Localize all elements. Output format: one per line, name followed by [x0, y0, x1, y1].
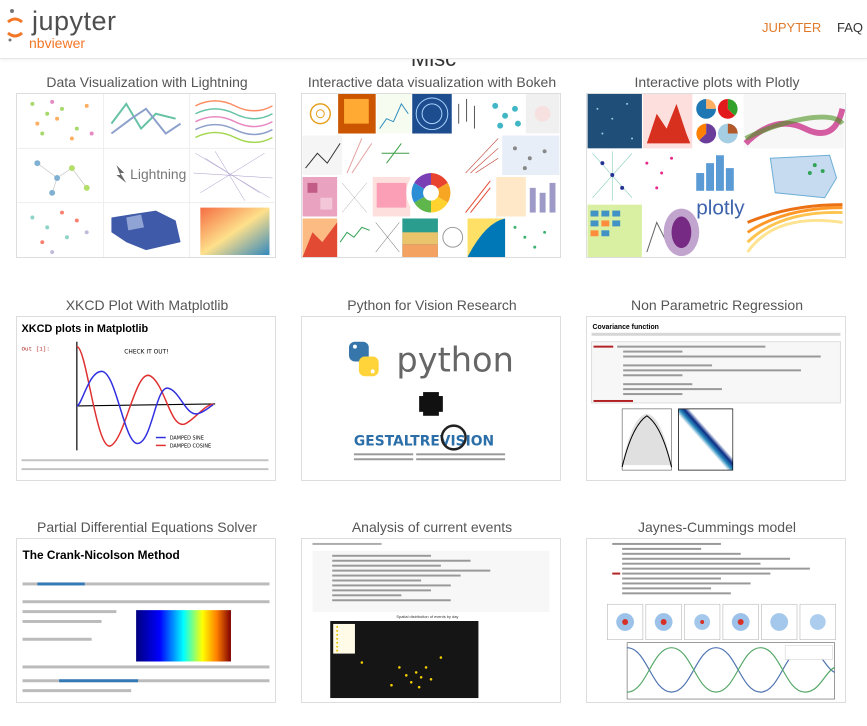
- thumbnail-legend-entry: DAMPED COSINE: [170, 443, 211, 449]
- card-title[interactable]: Jaynes-Cummings model: [556, 519, 867, 535]
- nav-link-faq[interactable]: FAQ: [837, 20, 863, 35]
- card-thumbnail[interactable]: The Crank-Nicolson Method: [16, 538, 276, 703]
- card-title[interactable]: Python for Vision Research: [271, 297, 593, 313]
- card-title[interactable]: Interactive plots with Plotly: [556, 74, 867, 90]
- card-title[interactable]: Partial Differential Equations Solver: [0, 519, 308, 535]
- nav-link-jupyter[interactable]: JUPYTER: [762, 20, 821, 35]
- card-title[interactable]: Data Visualization with Lightning: [0, 74, 308, 90]
- card-title[interactable]: Non Parametric Regression: [556, 297, 867, 313]
- card-thumbnail[interactable]: python GESTALTREVISION: [301, 316, 561, 481]
- thumbnail-legend-entry: DAMPED SINE: [170, 435, 204, 441]
- card-title[interactable]: XKCD Plot With Matplotlib: [0, 297, 308, 313]
- card-thumbnail[interactable]: Spatial distribution of events by day: [301, 538, 561, 703]
- brand-subtitle: nbviewer: [29, 35, 86, 51]
- thumbnail-subtitle: GESTALTREVISION: [354, 433, 494, 449]
- thumbnail-prompt: Out [1]:: [22, 346, 50, 353]
- thumbnail-caption: Lightning: [130, 166, 186, 182]
- thumbnail-image: python GESTALTREVISION: [302, 317, 560, 480]
- thumbnail-heading: Spatial distribution of events by day: [396, 614, 458, 619]
- card-title[interactable]: Interactive data visualization with Boke…: [271, 74, 593, 90]
- thumbnail-image: The Crank-Nicolson Method: [17, 539, 275, 702]
- top-navbar: jupyter nbviewer JUPYTER FAQ: [0, 0, 867, 59]
- thumbnail-image: Spatial distribution of events by day: [302, 539, 560, 702]
- thumbnail-image: plotly: [587, 94, 845, 257]
- thumbnail-image: [302, 94, 560, 257]
- thumbnail-image: [587, 539, 845, 702]
- thumbnail-image: Covariance function: [587, 317, 845, 480]
- jupyter-logo[interactable]: jupyter nbviewer: [6, 6, 136, 52]
- card-thumbnail[interactable]: XKCD plots in Matplotlib Out [1]: CHECK …: [16, 316, 276, 481]
- card-thumbnail[interactable]: Covariance function: [586, 316, 846, 481]
- thumbnail-heading: Covariance function: [593, 324, 659, 331]
- thumbnail-caption: plotly: [696, 197, 745, 220]
- thumbnail-image: XKCD plots in Matplotlib Out [1]: CHECK …: [17, 317, 275, 480]
- card-thumbnail[interactable]: [301, 93, 561, 258]
- card-thumbnail[interactable]: Lightning: [16, 93, 276, 258]
- thumbnail-heading: XKCD plots in Matplotlib: [22, 323, 149, 335]
- card-title[interactable]: Analysis of current events: [271, 519, 593, 535]
- thumbnail-image: Lightning: [17, 94, 275, 257]
- thumbnail-note: CHECK IT OUT!: [124, 350, 168, 356]
- thumbnail-heading: The Crank-Nicolson Method: [23, 548, 180, 562]
- card-thumbnail[interactable]: [586, 538, 846, 703]
- brand-wordmark: jupyter: [32, 6, 117, 36]
- card-thumbnail[interactable]: plotly: [586, 93, 846, 258]
- thumbnail-caption: python: [396, 340, 513, 379]
